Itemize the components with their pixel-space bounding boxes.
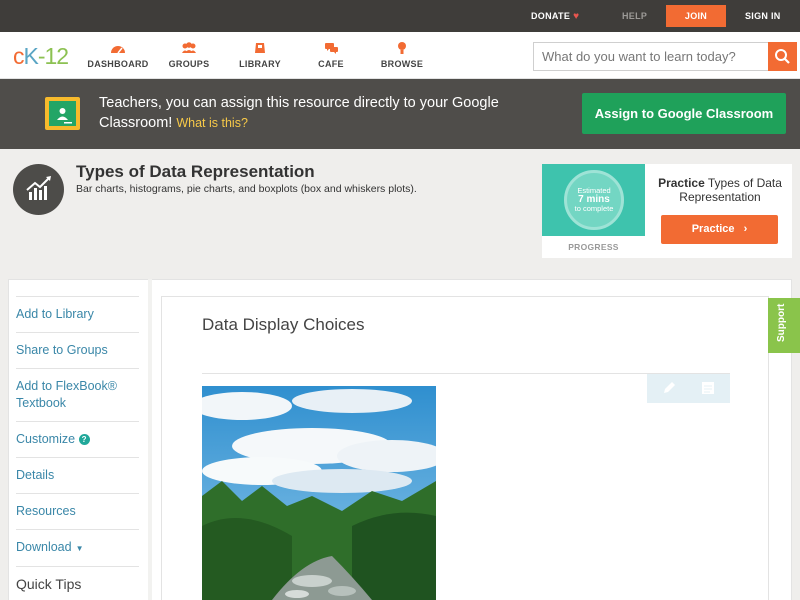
help-link[interactable]: HELP (622, 0, 647, 32)
caret-down-icon: ▼ (75, 544, 84, 553)
nav-dashboard-label: DASHBOARD (87, 59, 149, 69)
practice-title-bold: Practice (658, 176, 705, 190)
join-button[interactable]: JOIN (666, 5, 726, 27)
logo-12: 12 (44, 43, 70, 69)
nav-cafe[interactable]: CAFE (296, 41, 366, 69)
ck12-logo[interactable]: cK-12 (13, 43, 70, 69)
nav-cafe-label: CAFE (318, 59, 344, 69)
donate-label: DONATE (531, 11, 571, 21)
support-tab[interactable]: Support (768, 298, 800, 353)
estimated-suffix: to complete (574, 204, 614, 213)
download-label: Download (16, 540, 72, 554)
notes-icon[interactable] (700, 380, 716, 396)
classroom-message-text: Teachers, you can assign this resource d… (99, 95, 499, 131)
google-classroom-icon (45, 97, 80, 130)
cafe-icon (325, 43, 338, 54)
support-label: Support (776, 303, 787, 342)
search-button[interactable] (768, 42, 797, 71)
sidebar-divider (148, 279, 152, 600)
library-icon (255, 43, 265, 53)
landscape-photo (202, 386, 436, 600)
practice-illustration: Estimated 7 mins to complete (542, 164, 645, 236)
search-icon (775, 49, 790, 64)
search-input[interactable] (534, 43, 770, 70)
page-title: Types of Data Representation (76, 162, 315, 181)
nav-groups[interactable]: GROUPS (154, 41, 224, 69)
main-nav: cK-12 DASHBOARD GROUPS LIBRARY CAFE BROW… (0, 32, 800, 79)
dashboard-icon (111, 46, 125, 54)
donate-link[interactable]: DONATE ♥ (531, 0, 579, 32)
search-box (533, 42, 797, 71)
practice-title: Practice Types of Data Representation (650, 176, 790, 204)
nav-browse[interactable]: BROWSE (367, 41, 437, 69)
nav-dashboard[interactable]: DASHBOARD (83, 41, 153, 69)
content-title: Data Display Choices (202, 315, 365, 334)
assign-to-google-classroom-button[interactable]: Assign to Google Classroom (582, 93, 786, 134)
details-link[interactable]: Details (16, 457, 139, 493)
add-to-library-link[interactable]: Add to Library (16, 296, 139, 332)
logo-dash: - (37, 43, 46, 69)
top-bar: DONATE ♥ HELP JOIN SIGN IN (0, 0, 800, 32)
heart-icon: ♥ (573, 11, 580, 22)
estimated-time-badge: Estimated 7 mins to complete (564, 170, 624, 230)
logo-k: K (23, 43, 39, 69)
chart-trend-icon (13, 164, 64, 215)
logo-c: c (13, 43, 24, 69)
practice-button-label: Practice (691, 223, 735, 235)
nav-library[interactable]: LIBRARY (225, 41, 295, 69)
resources-link[interactable]: Resources (16, 493, 139, 529)
estimated-minutes: 7 mins (578, 194, 610, 205)
download-link[interactable]: Download ▼ (16, 529, 139, 566)
add-to-flexbook-link[interactable]: Add to FlexBook® Textbook (16, 368, 139, 421)
quick-tips-heading: Quick Tips (16, 566, 139, 592)
progress-label: PROGRESS (568, 242, 619, 252)
browse-icon (398, 42, 406, 54)
sign-in-link[interactable]: SIGN IN (745, 0, 781, 32)
help-icon[interactable]: ? (78, 434, 90, 445)
share-to-groups-link[interactable]: Share to Groups (16, 332, 139, 368)
practice-card: Estimated 7 mins to complete PROGRESS Pr… (542, 164, 792, 258)
customize-link[interactable]: Customize ? (16, 421, 139, 457)
nav-groups-label: GROUPS (168, 59, 210, 69)
chevron-right-icon: › (743, 223, 748, 235)
what-is-this-link[interactable]: What is this? (176, 116, 248, 130)
practice-button[interactable]: Practice › (661, 215, 778, 244)
nav-browse-label: BROWSE (380, 59, 424, 69)
classroom-message: Teachers, you can assign this resource d… (99, 93, 539, 133)
pencil-icon[interactable] (661, 380, 677, 396)
nav-library-label: LIBRARY (239, 59, 281, 69)
customize-label: Customize (16, 432, 76, 446)
page-description: Bar charts, histograms, pie charts, and … (76, 183, 417, 195)
groups-icon (182, 42, 196, 53)
sidebar: Add to Library Share to Groups Add to Fl… (16, 296, 139, 592)
google-classroom-banner: Teachers, you can assign this resource d… (0, 79, 800, 149)
edit-toolbar (647, 374, 730, 403)
